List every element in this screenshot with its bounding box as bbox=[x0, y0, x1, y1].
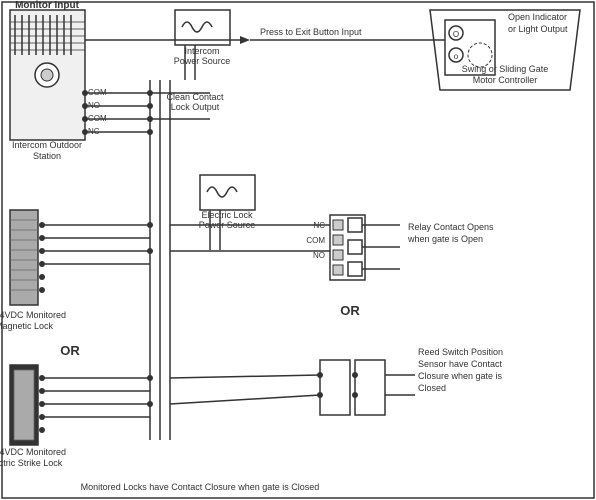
wiring-diagram: COM NO COM NC Monitor Input Intercom Out… bbox=[0, 0, 596, 500]
svg-text:OR: OR bbox=[60, 343, 80, 358]
svg-text:Press to Exit Button Input: Press to Exit Button Input bbox=[260, 27, 362, 37]
svg-text:when gate is Open: when gate is Open bbox=[407, 234, 483, 244]
svg-text:Intercom Outdoor: Intercom Outdoor bbox=[12, 140, 82, 150]
svg-text:Open Indicator: Open Indicator bbox=[508, 12, 567, 22]
svg-text:o: o bbox=[454, 52, 459, 61]
svg-text:O: O bbox=[453, 30, 459, 39]
svg-text:Lock Output: Lock Output bbox=[171, 102, 220, 112]
svg-text:12/24VDC Monitored: 12/24VDC Monitored bbox=[0, 447, 66, 457]
svg-text:Reed Switch Position: Reed Switch Position bbox=[418, 347, 503, 357]
svg-text:Intercom: Intercom bbox=[184, 46, 219, 56]
svg-text:Sensor have Contact: Sensor have Contact bbox=[418, 359, 503, 369]
svg-text:Magnetic Lock: Magnetic Lock bbox=[0, 321, 54, 331]
svg-text:Monitored Locks have Contact C: Monitored Locks have Contact Closure whe… bbox=[81, 482, 320, 492]
svg-text:or Light Output: or Light Output bbox=[508, 24, 568, 34]
svg-text:OR: OR bbox=[340, 303, 360, 318]
svg-text:Swing or Sliding Gate: Swing or Sliding Gate bbox=[462, 64, 549, 74]
svg-text:COM: COM bbox=[306, 236, 325, 245]
svg-text:Monitor Input: Monitor Input bbox=[15, 0, 80, 11]
svg-text:Power Source: Power Source bbox=[174, 56, 231, 66]
svg-text:Electric Lock: Electric Lock bbox=[201, 210, 253, 220]
svg-text:12/24VDC Monitored: 12/24VDC Monitored bbox=[0, 310, 66, 320]
svg-text:Electric Strike Lock: Electric Strike Lock bbox=[0, 458, 63, 468]
svg-text:Closed: Closed bbox=[418, 383, 446, 393]
svg-text:Relay Contact Opens: Relay Contact Opens bbox=[408, 222, 494, 232]
svg-text:Closure when gate is: Closure when gate is bbox=[418, 371, 503, 381]
svg-text:NO: NO bbox=[313, 251, 325, 260]
svg-text:Station: Station bbox=[33, 151, 61, 161]
svg-text:Motor Controller: Motor Controller bbox=[473, 75, 538, 85]
